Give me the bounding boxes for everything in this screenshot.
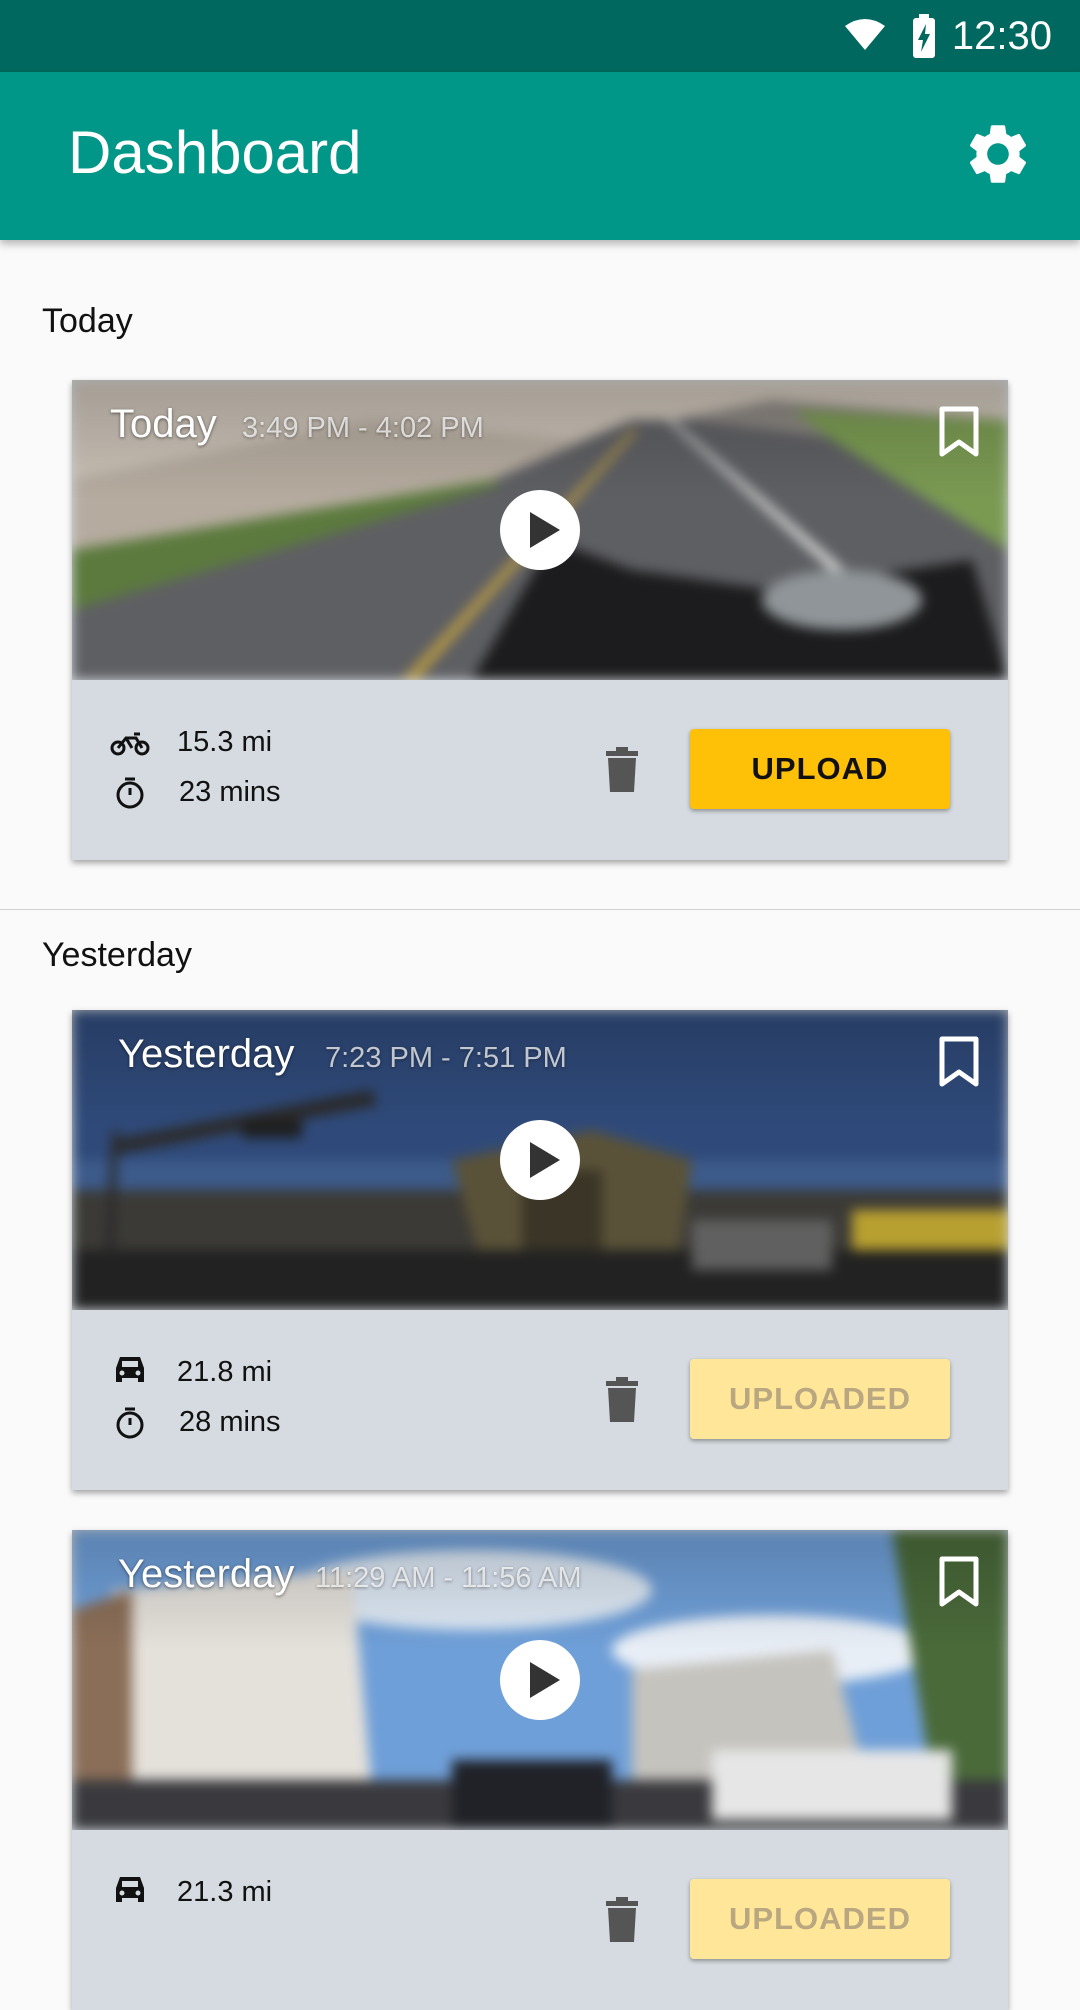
- status-time: 12:30: [951, 14, 1052, 58]
- trip-day: Today: [110, 402, 217, 446]
- trip-card[interactable]: Yesterday 11:29 AM - 11:56 AM 21.3 mi UP…: [72, 1530, 1008, 2010]
- trip-duration: 23 mins: [179, 776, 281, 808]
- play-button[interactable]: [500, 1640, 580, 1720]
- trip-card[interactable]: Yesterday 7:23 PM - 7:51 PM 21.8 mi 28 m…: [72, 1010, 1008, 1490]
- car-icon: [116, 1357, 144, 1382]
- trip-day: Yesterday: [118, 1552, 295, 1596]
- section-divider: [0, 909, 1080, 910]
- trip-distance: 21.8 mi: [177, 1356, 273, 1388]
- trash-icon[interactable]: [602, 1896, 642, 1944]
- upload-button[interactable]: UPLOAD: [690, 729, 950, 809]
- wifi-icon: [845, 19, 885, 50]
- play-button[interactable]: [500, 490, 580, 570]
- trip-duration: 28 mins: [179, 1406, 281, 1438]
- uploaded-button[interactable]: UPLOADED: [690, 1359, 950, 1439]
- section-header-today: Today: [42, 302, 133, 340]
- app-bar: Dashboard: [0, 72, 1080, 240]
- trip-distance: 21.3 mi: [177, 1876, 273, 1908]
- stopwatch-icon: [116, 1407, 144, 1439]
- trash-icon[interactable]: [602, 746, 642, 794]
- uploaded-button[interactable]: UPLOADED: [690, 1879, 950, 1959]
- section-header-yesterday: Yesterday: [42, 936, 192, 974]
- play-button[interactable]: [500, 1120, 580, 1200]
- motorcycle-icon: [110, 732, 150, 756]
- trip-time-range: 3:49 PM - 4:02 PM: [242, 412, 484, 444]
- trip-time-range: 7:23 PM - 7:51 PM: [325, 1042, 567, 1074]
- trip-distance: 15.3 mi: [177, 726, 273, 758]
- battery-charging-icon: [913, 14, 935, 58]
- trip-card[interactable]: Today 3:49 PM - 4:02 PM 15.3 mi 23 mins …: [72, 380, 1008, 860]
- trash-icon[interactable]: [602, 1376, 642, 1424]
- gear-icon[interactable]: [962, 118, 1034, 190]
- car-icon: [116, 1877, 144, 1902]
- status-bar: 12:30: [0, 0, 1080, 72]
- page-title: Dashboard: [68, 119, 362, 186]
- stopwatch-icon: [116, 777, 144, 809]
- bookmark-icon[interactable]: [938, 1556, 980, 1608]
- trip-time-range: 11:29 AM - 11:56 AM: [315, 1562, 582, 1594]
- bookmark-icon[interactable]: [938, 406, 980, 458]
- trip-day: Yesterday: [118, 1032, 295, 1076]
- bookmark-icon[interactable]: [938, 1036, 980, 1088]
